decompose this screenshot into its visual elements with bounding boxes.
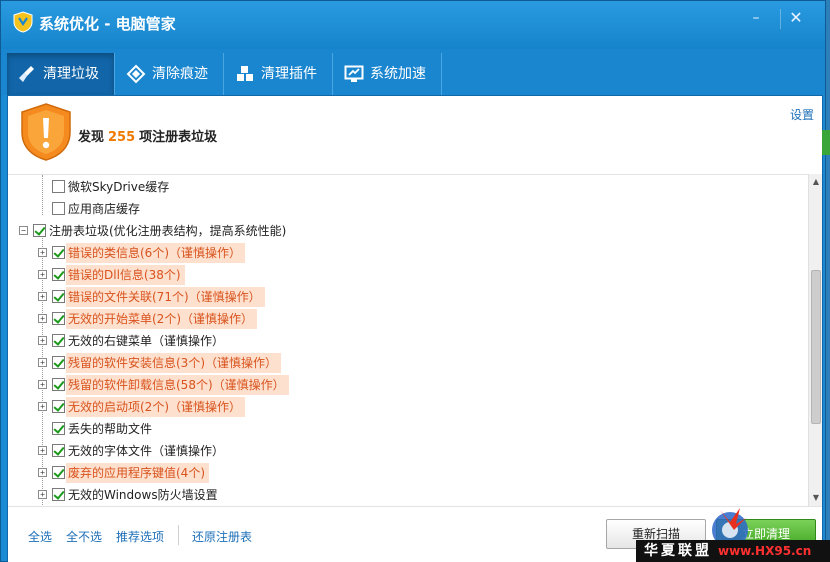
tree-item-label: 注册表垃圾(优化注册表结构，提高系统性能)	[49, 224, 287, 238]
expand-toggle[interactable]: +	[38, 446, 47, 455]
tree-item-label: 废弃的应用程序键值(4个)	[66, 463, 209, 483]
app-window: 系统优化 - 电脑管家 – ✕ 清理垃圾 清除痕迹 清理插件 系统加速 发现 2…	[0, 0, 826, 562]
expand-toggle[interactable]: +	[38, 402, 47, 411]
expand-toggle[interactable]: +	[38, 292, 47, 301]
scan-summary-suffix: 项注册表垃圾	[139, 130, 218, 145]
registry-tree: 微软SkyDrive缓存 应用商店缓存 − 注册表垃圾(优化注册表结构，提高系统…	[8, 174, 808, 506]
tree-item-label: 无效的Windows防火墙设置	[68, 488, 218, 502]
expand-toggle[interactable]: +	[38, 314, 47, 323]
desktop-edge-green	[822, 130, 830, 155]
tree-item-label: 无效的开始菜单(2个)（谨慎操作）	[66, 309, 257, 329]
tab-system-speedup-label: 系统加速	[370, 66, 426, 82]
tab-clear-traces[interactable]: 清除痕迹	[116, 53, 224, 95]
close-button[interactable]: ✕	[781, 7, 811, 29]
tree-item-label: 错误的Dll信息(38个)	[66, 265, 185, 285]
item-checkbox[interactable]	[52, 312, 65, 325]
tree-connector	[42, 175, 43, 215]
app-logo-icon	[13, 11, 33, 33]
tree-item-label: 无效的启动项(2个)（谨慎操作）	[66, 397, 245, 417]
scan-summary-prefix: 发现	[78, 130, 105, 145]
item-checkbox[interactable]	[52, 378, 65, 391]
scrollbar-thumb[interactable]	[811, 270, 821, 424]
tree-item-label: 残留的软件卸载信息(58个)（谨慎操作）	[66, 375, 289, 395]
tree-item-label: 无效的右键菜单（谨慎操作）	[68, 334, 225, 348]
item-checkbox[interactable]	[52, 466, 65, 479]
scan-summary: 发现 255 项注册表垃圾	[78, 126, 217, 145]
tab-clear-traces-label: 清除痕迹	[152, 66, 208, 82]
expand-toggle[interactable]: +	[38, 468, 47, 477]
tab-clean-junk-label: 清理垃圾	[43, 66, 99, 82]
tab-clean-junk[interactable]: 清理垃圾	[7, 53, 115, 95]
tree-item-label: 残留的软件安装信息(3个)（谨慎操作）	[66, 353, 281, 373]
watermark-text: 华夏联盟	[644, 543, 712, 559]
scroll-up-arrow-icon[interactable]: ▲	[809, 174, 823, 190]
broom-icon	[19, 66, 34, 82]
item-checkbox[interactable]	[52, 356, 65, 369]
tree-item-label: 错误的类信息(6个)（谨慎操作）	[66, 243, 245, 263]
warning-shield-icon	[21, 103, 71, 161]
minimize-button[interactable]: –	[741, 7, 771, 29]
title-bar: 系统优化 - 电脑管家 – ✕	[1, 1, 825, 49]
item-checkbox[interactable]	[52, 334, 65, 347]
collapse-toggle[interactable]: −	[19, 226, 28, 235]
item-checkbox[interactable]	[52, 180, 65, 193]
site-watermark: 华夏联盟 www.HX95.cn	[636, 540, 830, 562]
item-checkbox[interactable]	[52, 444, 65, 457]
tree-item-label: 无效的字体文件（谨慎操作）	[68, 444, 225, 458]
window-title: 系统优化 - 电脑管家	[39, 15, 176, 33]
expand-toggle[interactable]: +	[38, 336, 47, 345]
content-panel: 发现 255 项注册表垃圾 设置 微软SkyDrive缓存 应用商店缓存 − 注册表…	[7, 95, 823, 562]
tree-item-label: 应用商店缓存	[68, 202, 141, 216]
expand-toggle[interactable]: +	[38, 380, 47, 389]
item-checkbox[interactable]	[52, 202, 65, 215]
monitor-speed-icon	[344, 65, 364, 82]
tab-system-speedup[interactable]: 系统加速	[334, 53, 442, 95]
tab-clean-plugins-label: 清理插件	[261, 66, 317, 82]
select-none-link[interactable]: 全不选	[66, 528, 102, 545]
tree-item-label: 丢失的帮助文件	[68, 422, 153, 436]
junk-count: 255	[108, 130, 136, 145]
item-checkbox[interactable]	[52, 488, 65, 501]
select-all-link[interactable]: 全选	[28, 528, 52, 545]
item-checkbox[interactable]	[52, 268, 65, 281]
expand-toggle[interactable]: +	[38, 490, 47, 499]
scroll-down-arrow-icon[interactable]: ▼	[809, 490, 823, 506]
plugin-icon	[237, 66, 253, 81]
restore-registry-link[interactable]: 还原注册表	[192, 528, 252, 545]
footer-divider	[178, 525, 179, 545]
item-checkbox[interactable]	[52, 290, 65, 303]
watermark-site: www.HX95.cn	[718, 544, 812, 558]
tab-clean-plugins[interactable]: 清理插件	[225, 53, 333, 95]
eraser-icon	[126, 64, 146, 84]
settings-link[interactable]: 设置	[790, 106, 814, 123]
tree-item-label: 错误的文件关联(71个)（谨慎操作）	[66, 287, 265, 307]
recommended-options-link[interactable]: 推荐选项	[116, 528, 164, 545]
item-checkbox[interactable]	[33, 224, 46, 237]
expand-toggle[interactable]: +	[38, 358, 47, 367]
item-checkbox[interactable]	[52, 422, 65, 435]
tab-bar: 清理垃圾 清除痕迹 清理插件 系统加速	[1, 49, 825, 95]
scan-result-header: 发现 255 项注册表垃圾 设置	[8, 96, 822, 172]
expand-toggle[interactable]: +	[38, 270, 47, 279]
item-checkbox[interactable]	[52, 246, 65, 259]
vertical-scrollbar[interactable]: ▲ ▼	[808, 174, 822, 506]
item-checkbox[interactable]	[52, 400, 65, 413]
tree-item-label: 微软SkyDrive缓存	[68, 180, 170, 194]
expand-toggle[interactable]: +	[38, 248, 47, 257]
